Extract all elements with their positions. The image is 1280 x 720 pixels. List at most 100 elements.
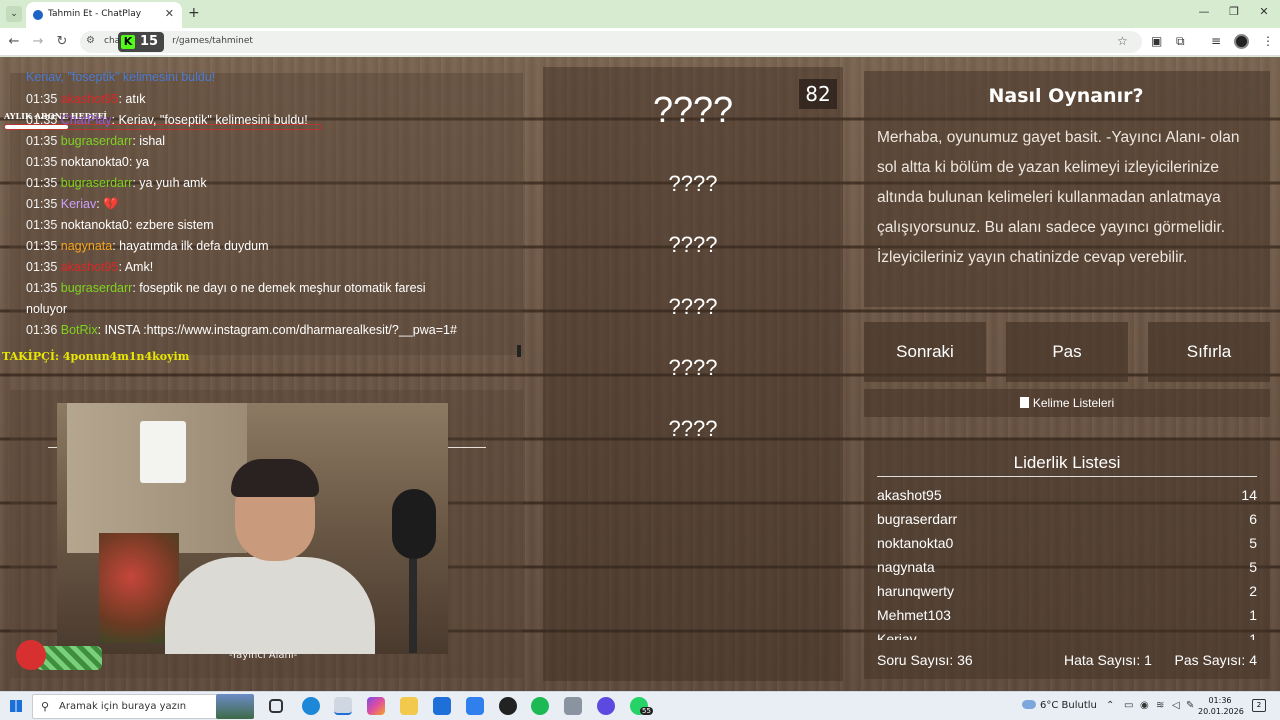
leaderboard-divider [877,476,1257,477]
leaderboard-score: 1 [1249,631,1257,640]
file-explorer-icon[interactable] [400,697,418,715]
chrome-icon[interactable] [334,697,352,715]
back-icon[interactable]: ← [6,34,22,49]
forward-icon[interactable]: → [30,34,46,49]
question-count: Soru Sayısı: 36 [877,652,973,668]
volume-icon[interactable]: ◁ [1172,700,1180,711]
network-icon[interactable]: ▭ [1124,700,1133,711]
search-highlight-icon[interactable] [216,694,254,719]
leaderboard-row: akashot95 14 [877,485,1257,509]
chat-username[interactable]: bugraserdarr [61,134,133,148]
tab-search-icon[interactable]: ⌄ [6,6,22,22]
close-window-icon[interactable]: ✕ [1254,5,1274,18]
webcam-person [157,459,375,654]
chat-text: : foseptik ne dayı o ne demek meşhur oto… [132,281,426,295]
next-button[interactable]: Sonraki [864,322,986,382]
whatsapp-icon[interactable]: 55 [630,697,653,715]
app-icon[interactable] [564,697,582,715]
chat-username[interactable]: akashot95 [61,92,119,106]
extension-icon[interactable]: ▣ [1151,34,1162,48]
profile-avatar[interactable] [1234,34,1249,49]
word-lists-button[interactable]: Kelime Listeleri [864,389,1270,417]
task-view-icon[interactable] [269,699,283,713]
game-stats: Soru Sayısı: 36 Hata Sayısı: 1 Pas Sayıs… [877,651,1257,671]
spotify-icon[interactable] [531,697,549,715]
leaderboard-name: akashot95 [877,487,942,503]
extensions-puzzle-icon[interactable]: ⧉ [1176,34,1185,49]
chat-time: 01:35 [26,281,58,295]
edge-icon[interactable] [302,697,320,715]
chat-username[interactable]: noktanokta0 [61,218,129,232]
chat-username[interactable]: bugraserdarr [61,281,133,295]
settings-gear-icon[interactable]: ⚙ [1226,77,1262,113]
chat-username[interactable]: Keriav [61,197,96,211]
pass-button[interactable]: Pas [1006,322,1128,382]
leaderboard-name: Keriav [877,631,917,640]
chat-message: noluyor [26,302,67,316]
forbidden-word-2: ???? [668,232,718,257]
address-bar[interactable]: ⚙ cha r/games/tahminet [80,31,1142,53]
reset-button[interactable]: Sıfırla [1148,322,1270,382]
document-icon[interactable]: ▤ [914,77,950,113]
pen-icon[interactable]: ✎ [1186,700,1194,711]
chat-username[interactable]: BotRix [61,323,98,337]
browser-tab[interactable]: Tahmin Et - ChatPlay ✕ [26,2,182,28]
chat-message: 01:36 BotRix: INSTA :https://www.instagr… [26,323,457,337]
clock-date: 20.01.2026 [1198,707,1244,716]
chat-username[interactable]: bugraserdarr [61,176,133,190]
notifications-icon[interactable]: 2 [1252,699,1266,712]
chat-message: 01:35 ChatPlay: Keriav, "foseptik" kelim… [26,113,308,127]
chat-text: noluyor [26,302,67,316]
error-count: Hata Sayısı: 1 [1064,652,1152,668]
weather-text: 6°C Bulutlu [1040,700,1097,711]
tab-close-icon[interactable]: ✕ [165,7,174,20]
forbidden-word-5: ???? [668,416,718,441]
store-icon[interactable] [466,697,484,715]
weather-widget[interactable]: 6°C Bulutlu [1022,700,1097,711]
wifi-icon[interactable]: ≋ [1156,700,1164,711]
restore-icon[interactable]: ❐ [1224,5,1244,18]
reload-icon[interactable]: ↻ [54,34,70,49]
leaderboard-row: bugraserdarr 6 [877,509,1257,533]
bookmark-star-icon[interactable]: ☆ [1117,34,1128,48]
chatplay-favicon-icon [33,10,43,20]
chat-text: : ya [128,155,150,169]
discord-icon[interactable] [597,697,615,715]
chat-scrollbar[interactable] [517,345,521,357]
reading-list-icon[interactable]: ≡ [1211,34,1221,48]
chat-text: : Keriav, "foseptik" kelimesini buldu! [111,113,308,127]
viewer-count: 15 [140,34,159,49]
leaderboard-row: Keriav 1 [877,629,1257,640]
new-tab-icon[interactable]: + [188,5,200,21]
fullscreen-icon[interactable]: ⛶ [871,77,907,113]
mail-icon[interactable] [433,697,451,715]
leaderboard-score: 2 [1249,583,1257,599]
chat-username[interactable]: ChatPlay [61,113,112,127]
clock-time: 01:36 [1208,696,1232,705]
leaderboard-name: bugraserdarr [877,511,958,527]
copilot-icon[interactable] [367,697,385,715]
browser-menu-icon[interactable]: ⋮ [1262,34,1274,48]
chat-text: : ezbere sistem [128,218,214,232]
chat-time: 01:35 [26,134,58,148]
obs-icon[interactable] [499,697,517,715]
chat-message: 01:35 bugraserdarr: ya yuıh amk [26,176,207,190]
minimize-icon[interactable]: — [1194,5,1214,18]
howto-title: Nasıl Oynanır? [988,85,1144,107]
search-icon: ⚲ [41,700,50,713]
webcam-person-hair [231,459,319,497]
taskbar-search-placeholder: Aramak için buraya yazın [59,701,187,712]
chat-username[interactable]: nagynata [61,239,112,253]
clipboard-icon [1019,397,1029,408]
tray-chevron-icon[interactable]: ⌃ [1106,700,1114,711]
windows-start-icon[interactable] [10,700,22,712]
exit-icon[interactable]: ⇥ [1182,77,1218,113]
tray-app-icon[interactable]: ◉ [1140,700,1149,711]
taskbar-clock[interactable]: 01:36 20.01.2026 [1198,695,1244,717]
chat-username[interactable]: noktanokta0 [61,155,129,169]
chat-text: : ishal [132,134,165,148]
forbidden-word-1: ???? [668,171,718,196]
site-info-icon[interactable]: ⚙ [86,35,95,46]
chat-username[interactable]: akashot95 [61,260,119,274]
leaderboard-list[interactable]: akashot95 14 bugraserdarr 6 noktanokta0 5 nagy… [877,485,1257,640]
